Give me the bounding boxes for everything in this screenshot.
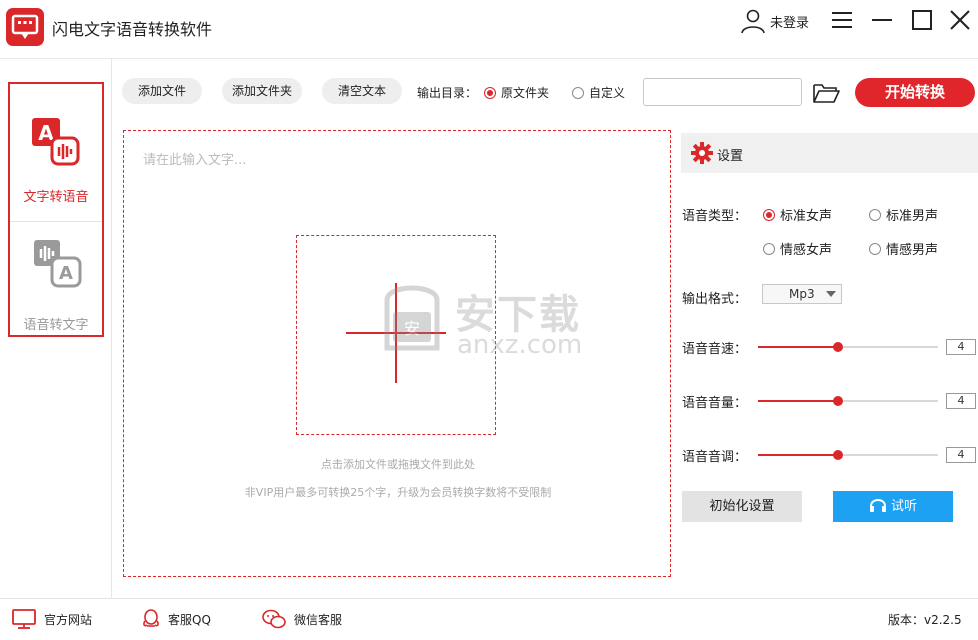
settings-title: 设置 [717,149,744,164]
listen-button[interactable]: 试听 [833,491,953,522]
support-wechat-label: 微信客服 [294,612,343,627]
reset-settings-button[interactable]: 初始化设置 [682,491,802,522]
login-button[interactable]: 未登录 [740,9,810,34]
format-label: 输出格式： [682,292,748,307]
output-custom-radio[interactable]: 自定义 [572,84,625,101]
speed-value[interactable]: 4 [946,339,976,355]
browse-folder-button[interactable] [812,82,840,104]
radio-unchecked-icon [869,208,881,221]
voice-emotional-female-radio[interactable]: 情感女声 [763,239,832,258]
mode-label-tts: 文字转语音 [23,190,89,205]
radio-unchecked-icon [763,242,775,255]
user-icon [741,9,765,34]
menu-icon [832,12,852,28]
watermark-domain: anxz.com [457,330,583,360]
speed-label: 语音音速： [682,342,748,357]
pitch-value[interactable]: 4 [946,447,976,463]
support-wechat-link[interactable]: 微信客服 [262,609,342,629]
drop-hint: 点击添加文件或拖拽文件到此处 [321,458,475,471]
mode-speech-to-text[interactable]: A 语音转文字 [10,222,102,348]
mode-text-to-speech[interactable]: A 文字转语音 [10,92,102,218]
voice-standard-male-radio[interactable]: 标准男声 [869,205,938,224]
official-website-label: 官方网站 [44,612,93,627]
version-label: 版本：v2.2.5 [888,613,962,627]
pitch-label: 语音音调： [682,450,748,465]
radio-unchecked-icon [869,242,881,255]
add-folder-button[interactable]: 添加文件夹 [222,78,302,104]
watermark-shield-icon: 安 [384,285,440,351]
headphones-icon [869,499,886,512]
listen-label: 试听 [890,499,917,514]
minimize-icon [872,19,892,21]
watermark: 安 安下载 anxz.com [377,278,597,363]
output-path-input[interactable] [643,78,802,106]
voice-standard-female-radio[interactable]: 标准女声 [763,205,832,224]
close-button[interactable] [948,8,972,32]
maximize-button[interactable] [910,8,934,32]
clear-text-button[interactable]: 清空文本 [322,78,402,104]
output-option-label: 自定义 [589,86,626,100]
text-to-speech-icon: A [32,118,80,166]
vip-hint: 非VIP用户最多可转换25个字，升级为会员转换字数将不受限制 [244,486,552,499]
volume-slider-fill [758,400,838,402]
gear-icon [691,142,713,164]
wechat-icon [262,609,286,629]
radio-checked-icon [484,86,496,99]
voice-type-label: 语音类型： [682,209,748,224]
settings-panel: 设置 语音类型： 标准女声 标准男声 情感女声 情感男声 输出格式： Mp3 语… [681,130,978,580]
voice-option-label: 标准男声 [886,209,939,224]
maximize-icon [912,10,932,30]
volume-value[interactable]: 4 [946,393,976,409]
output-option-label: 原文件夹 [501,86,550,100]
speed-slider-fill [758,346,838,348]
voice-option-label: 情感男声 [886,243,939,258]
support-qq-label: 客服QQ [168,612,211,627]
voice-option-label: 标准女声 [780,209,833,224]
speed-slider-handle[interactable] [832,342,843,352]
monitor-icon [12,609,36,629]
qq-icon [143,609,159,627]
speed-slider[interactable] [758,342,938,352]
close-icon [950,10,970,30]
footer: 官方网站 客服QQ 微信客服 版本：v2.2.5 [0,598,978,640]
pitch-slider-fill [758,454,838,456]
folder-open-icon [813,84,840,103]
mode-label-stt: 语音转文字 [23,318,89,333]
mode-selector: A 文字转语音 A 语音转文字 [8,82,104,337]
voice-option-label: 情感女声 [780,243,833,258]
sidebar: A 文字转语音 A 语音转文字 [0,59,112,598]
pitch-slider[interactable] [758,450,938,460]
format-select[interactable]: Mp3 [762,284,842,304]
format-value: Mp3 [789,287,815,301]
minimize-button[interactable] [870,8,894,32]
volume-slider-handle[interactable] [832,396,843,406]
settings-header: 设置 [681,133,978,173]
text-placeholder: 请在此输入文字... [143,153,247,168]
title-bar: 闪电文字语音转换软件 未登录 [0,0,978,59]
support-qq-link[interactable]: 客服QQ [142,609,211,629]
official-website-link[interactable]: 官方网站 [12,609,92,629]
volume-slider[interactable] [758,396,938,406]
app-title: 闪电文字语音转换软件 [52,20,213,39]
voice-emotional-male-radio[interactable]: 情感男声 [869,239,938,258]
app-logo-icon [6,8,44,46]
radio-unchecked-icon [572,86,584,99]
speech-to-text-icon: A [34,240,82,288]
radio-checked-icon [763,208,775,221]
svg-text:A: A [59,263,73,284]
chevron-down-icon [826,291,836,297]
add-file-button[interactable]: 添加文件 [122,78,202,104]
start-convert-button[interactable]: 开始转换 [855,78,975,107]
menu-button[interactable] [830,8,854,32]
svg-text:安: 安 [404,319,420,338]
login-label: 未登录 [770,15,810,31]
pitch-slider-handle[interactable] [832,450,843,460]
volume-label: 语音音量： [682,396,748,411]
output-dir-label: 输出目录： [417,86,478,100]
output-original-folder-radio[interactable]: 原文件夹 [484,84,549,101]
